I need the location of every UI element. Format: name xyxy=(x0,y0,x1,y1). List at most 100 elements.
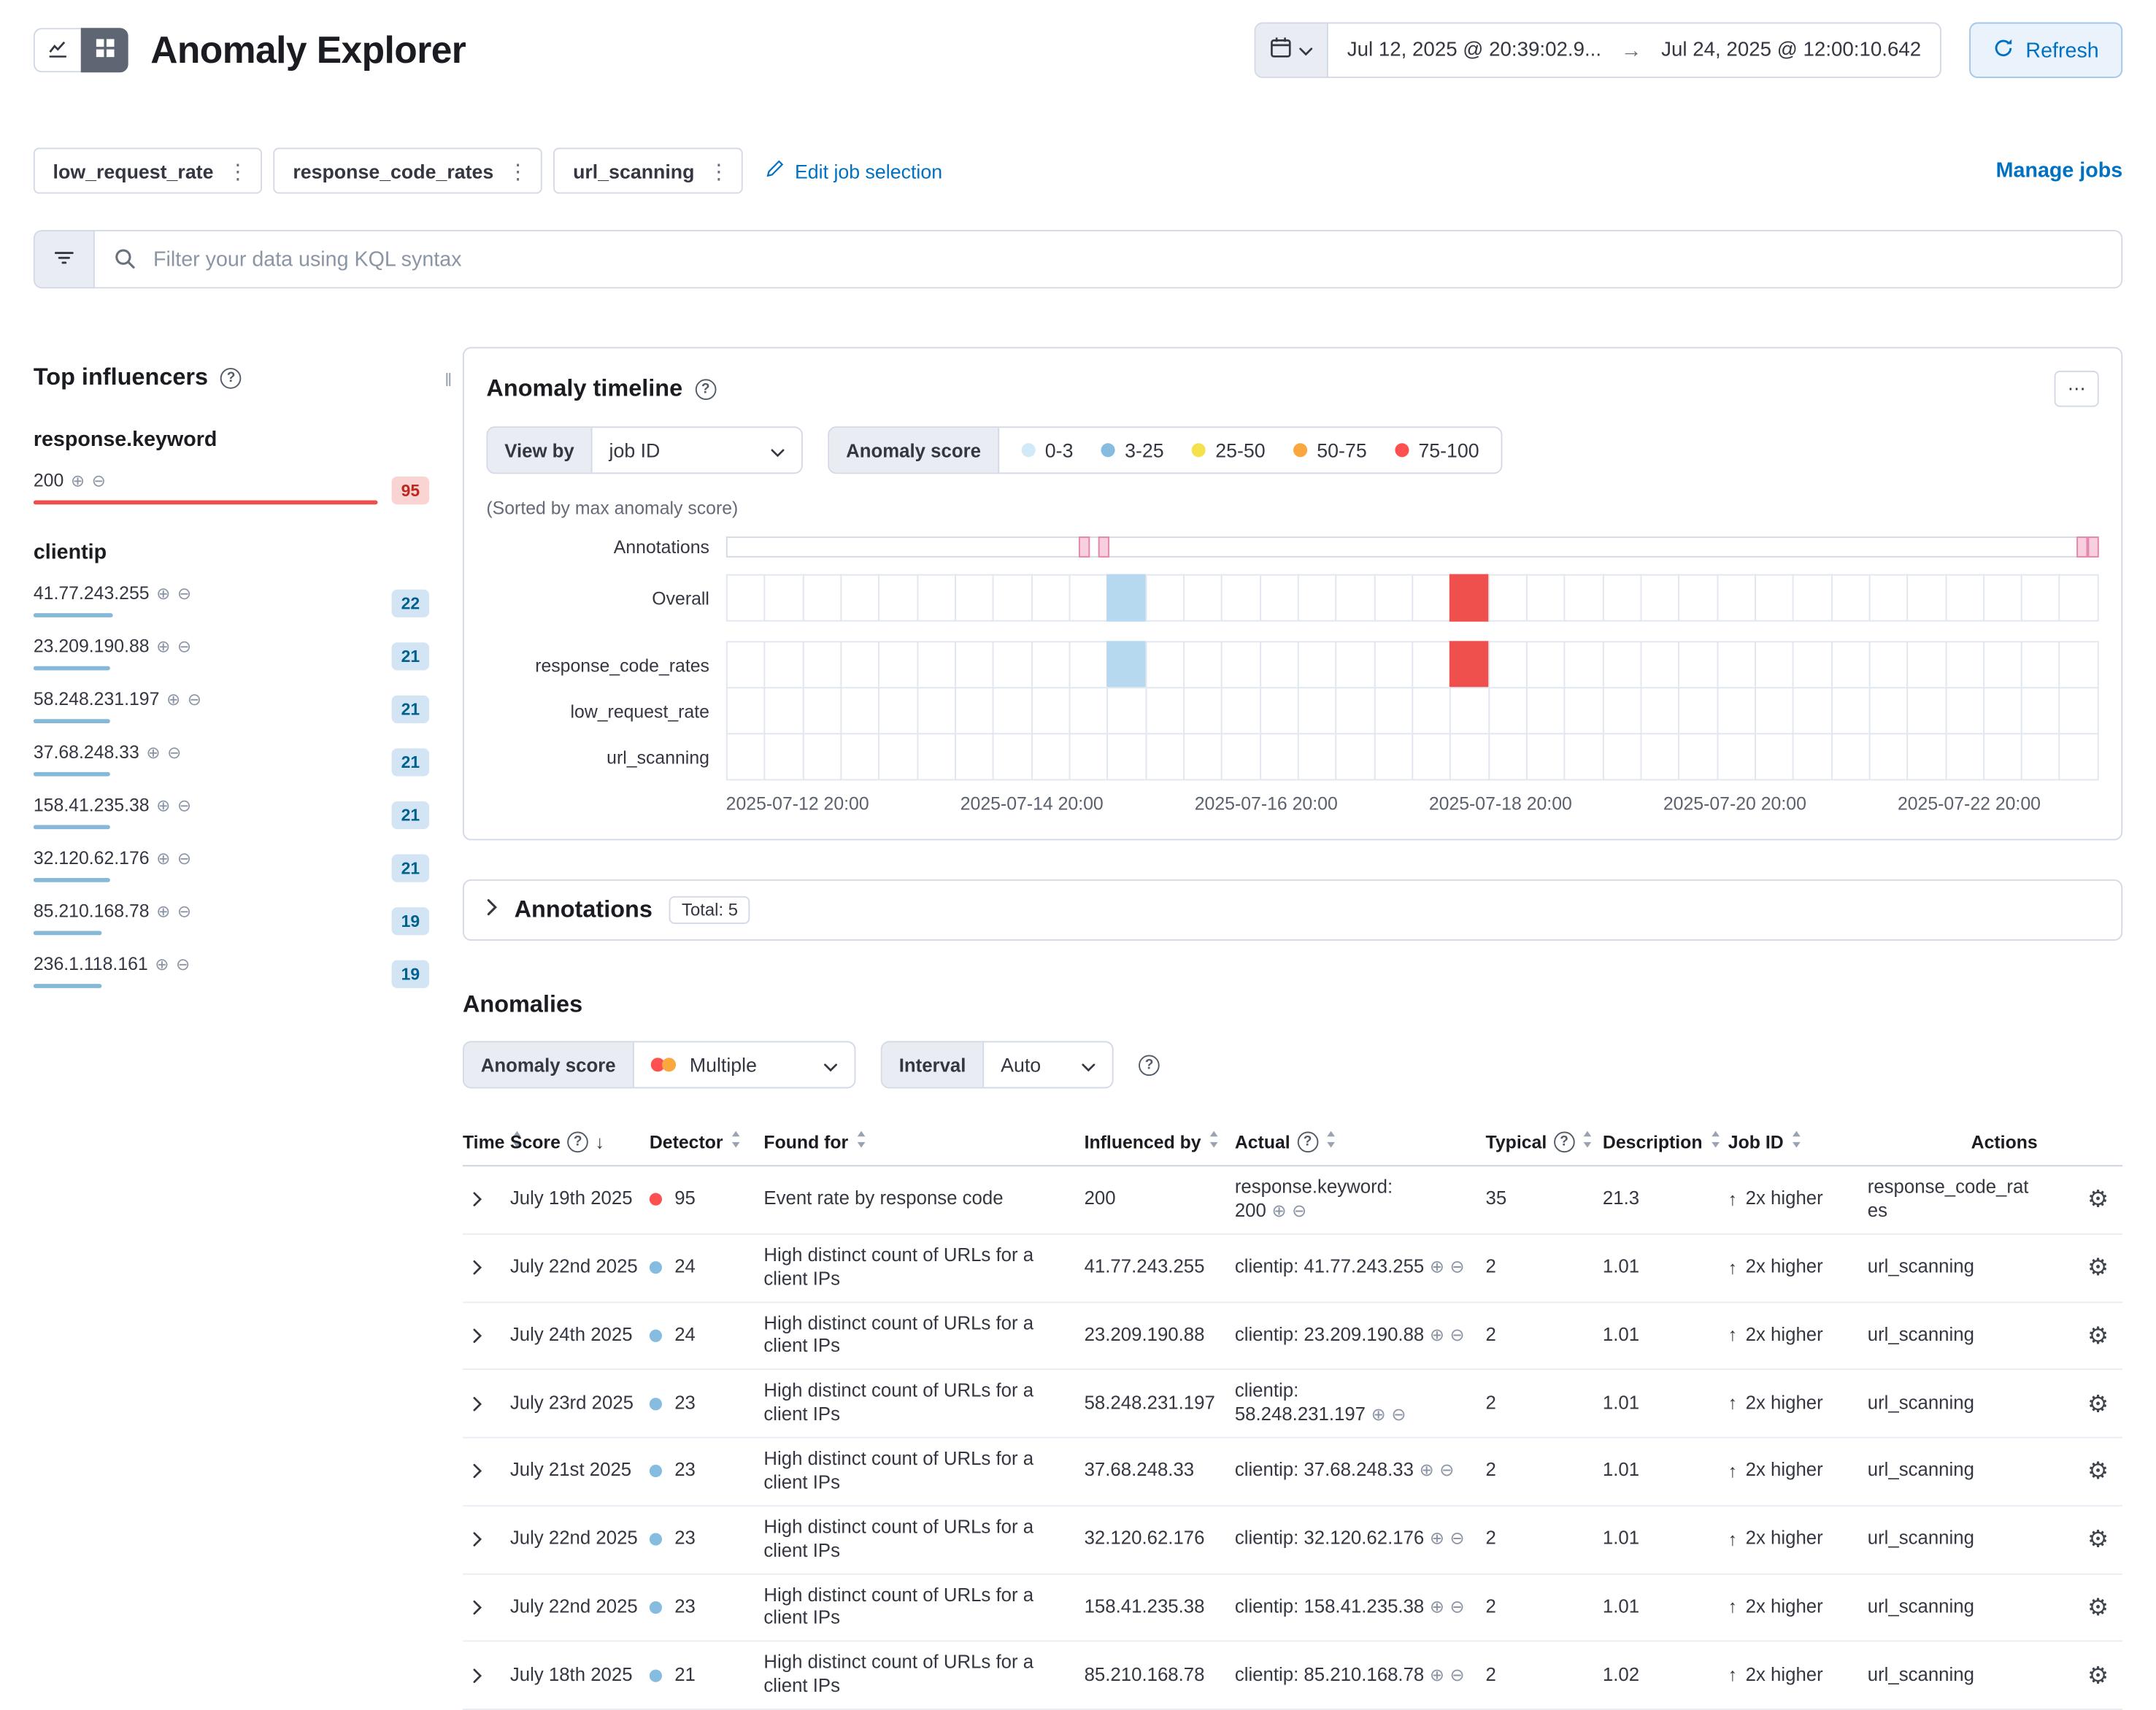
swimlane-cell[interactable] xyxy=(1983,733,2022,780)
swimlane-cell[interactable] xyxy=(955,687,994,734)
filter-for-icon[interactable]: ⊕ xyxy=(1430,1325,1444,1345)
swimlane-cell[interactable] xyxy=(955,641,994,688)
swimlane-cell[interactable] xyxy=(1069,641,1109,688)
filter-out-icon[interactable]: ⊖ xyxy=(1450,1665,1465,1684)
swimlane-cell[interactable] xyxy=(1069,733,1109,780)
swimlane-cell[interactable] xyxy=(726,574,766,622)
annotation-mark[interactable] xyxy=(2088,536,2099,558)
swimlane-cell[interactable] xyxy=(726,641,766,688)
filter-for-icon[interactable]: ⊕ xyxy=(156,850,170,866)
swimlane-cell[interactable] xyxy=(1907,574,1947,622)
swimlane-cell[interactable] xyxy=(1564,733,1603,780)
swimlane-cell[interactable] xyxy=(1830,574,1870,622)
swimlane-cell[interactable] xyxy=(1907,641,1947,688)
swimlane-cell[interactable] xyxy=(1107,641,1147,688)
expand-row-button[interactable] xyxy=(463,1661,490,1689)
swimlane-cell[interactable] xyxy=(1488,733,1528,780)
swimlane-cell[interactable] xyxy=(1983,574,2022,622)
swimlane-cell[interactable] xyxy=(879,574,918,622)
column-help-icon[interactable]: ? xyxy=(1554,1131,1575,1152)
swimlane-cell[interactable] xyxy=(1031,641,1070,688)
manage-jobs-link[interactable]: Manage jobs xyxy=(1996,159,2122,182)
swimlane-cell[interactable] xyxy=(1717,687,1756,734)
swimlane-cell[interactable] xyxy=(2021,641,2060,688)
expand-row-button[interactable] xyxy=(463,1254,490,1282)
edit-job-selection-link[interactable]: Edit job selection xyxy=(766,159,942,182)
row-actions-gear-icon[interactable]: ⚙ xyxy=(2087,1324,2109,1347)
chevron-right-icon[interactable] xyxy=(486,898,497,923)
swimlane-cell[interactable] xyxy=(1526,641,1566,688)
influencers-help-icon[interactable]: ? xyxy=(220,367,242,388)
swimlane-cell[interactable] xyxy=(1069,574,1109,622)
filter-out-icon[interactable]: ⊖ xyxy=(177,638,191,655)
swimlane-cell[interactable] xyxy=(1755,687,1794,734)
filter-for-icon[interactable]: ⊕ xyxy=(155,955,169,972)
filter-out-icon[interactable]: ⊖ xyxy=(1391,1405,1406,1425)
expand-row-button[interactable] xyxy=(463,1186,490,1214)
date-range-end[interactable]: Jul 24, 2025 @ 12:00:10.642 xyxy=(1641,39,1941,61)
filter-for-icon[interactable]: ⊕ xyxy=(1430,1258,1444,1277)
filter-out-icon[interactable]: ⊖ xyxy=(177,902,191,919)
swimlane-cell[interactable] xyxy=(1145,574,1185,622)
swimlane-cell[interactable] xyxy=(1793,574,1832,622)
swimlane-cell[interactable] xyxy=(1830,641,1870,688)
swimlane-cell[interactable] xyxy=(1793,641,1832,688)
job-selection-badge[interactable]: response_code_rates ⋮ xyxy=(274,147,542,193)
swimlane-cell[interactable] xyxy=(840,641,879,688)
row-actions-gear-icon[interactable]: ⚙ xyxy=(2087,1595,2109,1619)
severity-select[interactable]: Multiple xyxy=(634,1042,854,1087)
swimlane-cell[interactable] xyxy=(1526,733,1566,780)
swimlane-cell[interactable] xyxy=(1107,574,1147,622)
row-actions-gear-icon[interactable]: ⚙ xyxy=(2087,1528,2109,1551)
swimlane-cell[interactable] xyxy=(726,733,766,780)
column-header[interactable]: Description xyxy=(1603,1131,1728,1153)
swimlane-cell[interactable] xyxy=(1983,687,2022,734)
swimlane-cell[interactable] xyxy=(2021,733,2060,780)
swimlane-cell[interactable] xyxy=(1488,687,1528,734)
swimlane-cell[interactable] xyxy=(1107,733,1147,780)
annotation-mark[interactable] xyxy=(1098,536,1109,558)
influencer-value[interactable]: 41.77.243.255 xyxy=(34,582,150,604)
swimlane-cell[interactable] xyxy=(1374,733,1413,780)
swimlane-cell[interactable] xyxy=(2021,574,2060,622)
swimlane-cell[interactable] xyxy=(1793,733,1832,780)
swimlane-cell[interactable] xyxy=(1412,641,1451,688)
influencer-value[interactable]: 58.248.231.197 xyxy=(34,688,160,709)
swimlane-cell[interactable] xyxy=(2059,687,2098,734)
swimlane-cell[interactable] xyxy=(1298,574,1337,622)
column-help-icon[interactable]: ? xyxy=(1297,1131,1318,1152)
swimlane-cell[interactable] xyxy=(802,574,842,622)
swimlane-cell[interactable] xyxy=(993,687,1032,734)
swimlane-cell[interactable] xyxy=(1678,733,1717,780)
filter-out-icon[interactable]: ⊖ xyxy=(1450,1597,1465,1617)
swimlane-cell[interactable] xyxy=(1449,733,1489,780)
swimlane-cell[interactable] xyxy=(1640,641,1679,688)
swimlane-cell[interactable] xyxy=(917,641,956,688)
swimlane-cell[interactable] xyxy=(993,733,1032,780)
swimlane-cell[interactable] xyxy=(1336,733,1375,780)
column-header[interactable]: Score ? ↓ xyxy=(510,1131,650,1152)
annotation-mark[interactable] xyxy=(1078,536,1089,558)
filter-for-icon[interactable]: ⊕ xyxy=(156,585,170,601)
influencer-value[interactable]: 23.209.190.88 xyxy=(34,636,150,657)
column-help-icon[interactable]: ? xyxy=(567,1131,588,1152)
date-picker-quick-menu[interactable] xyxy=(1255,23,1328,77)
swimlane-cell[interactable] xyxy=(1868,641,1908,688)
swimlane-cell[interactable] xyxy=(879,687,918,734)
swimlane-cell[interactable] xyxy=(1640,687,1679,734)
swimlane-cell[interactable] xyxy=(1221,687,1260,734)
swimlane-cell[interactable] xyxy=(2059,641,2098,688)
swimlane-cell[interactable] xyxy=(1336,687,1375,734)
filter-for-icon[interactable]: ⊕ xyxy=(166,690,180,707)
swimlane-cell[interactable] xyxy=(1602,733,1641,780)
column-header[interactable]: Time xyxy=(463,1131,510,1153)
swimlane-cell[interactable] xyxy=(1412,687,1451,734)
swimlane-cell[interactable] xyxy=(802,733,842,780)
swimlane-cell[interactable] xyxy=(955,574,994,622)
swimlane-cell[interactable] xyxy=(1717,574,1756,622)
swimlane-cell[interactable] xyxy=(917,574,956,622)
filter-out-icon[interactable]: ⊖ xyxy=(1439,1461,1454,1481)
swimlane-cell[interactable] xyxy=(1259,641,1298,688)
swimlane-cell[interactable] xyxy=(764,733,804,780)
swimlane-cell[interactable] xyxy=(1868,733,1908,780)
